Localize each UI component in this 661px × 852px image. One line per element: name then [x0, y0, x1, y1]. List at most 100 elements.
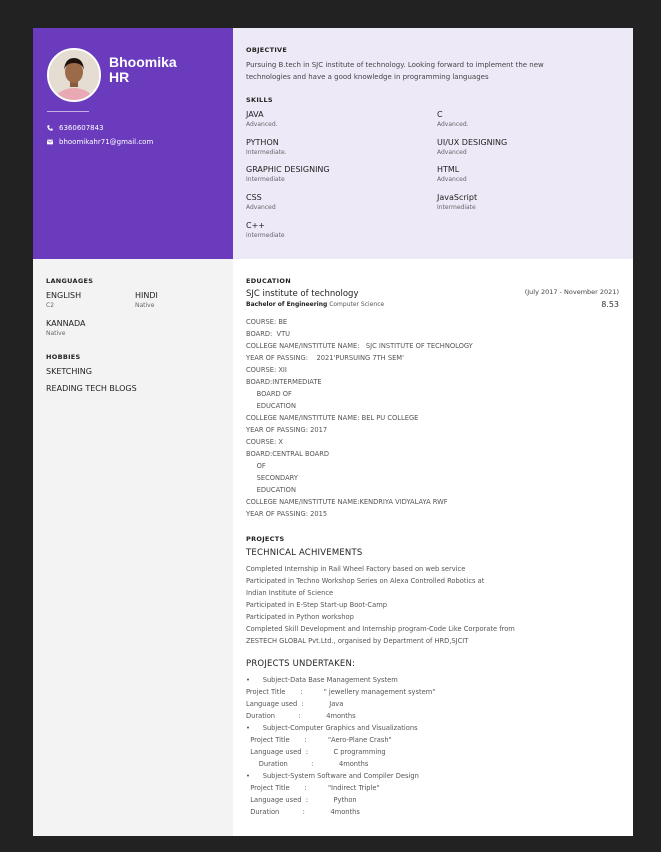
hobby-item: READING TECH BLOGS — [46, 384, 137, 393]
education-detail: EDUCATION — [246, 486, 296, 494]
email-icon — [47, 139, 53, 145]
skill-level: Intermediate. — [246, 149, 287, 156]
objective-title: OBJECTIVE — [246, 46, 288, 54]
skill-name: UI/UX DESIGNING — [437, 138, 508, 147]
language-level: Native — [46, 330, 66, 337]
education-detail: COLLEGE NAME/INSTITUTE NAME: BEL PU COLL… — [246, 414, 419, 422]
education-detail: BOARD OF — [246, 390, 292, 398]
education-title: EDUCATION — [246, 277, 291, 285]
skill-name: CSS — [246, 193, 262, 202]
hobby-item: SKETCHING — [46, 367, 92, 376]
skill-name: HTML — [437, 165, 460, 174]
phone-contact[interactable]: 6360607843 — [47, 124, 104, 132]
achievement-line: Completed Skill Development and Internsh… — [246, 625, 515, 633]
skill-item: C++ intermediate — [246, 221, 426, 240]
education-detail: COLLEGE NAME/INSTITUTE NAME:KENDRIYA VID… — [246, 498, 448, 506]
education-score: 8.53 — [601, 300, 619, 309]
project-line: Project Title : "Indirect Triple" — [246, 784, 380, 792]
skill-item: GRAPHIC DESIGNING Intermediate — [246, 165, 426, 184]
project-line: Project Title : " jewellery management s… — [246, 688, 436, 696]
profile-header: Bhoomika HR 6360607843 bhoomikahr71@gmai… — [33, 28, 233, 259]
phone-icon — [47, 125, 53, 131]
achievements-title: TECHNICAL ACHIVEMENTS — [246, 548, 363, 558]
skill-level: Intermediate — [246, 176, 285, 183]
skill-level: intermediate — [246, 232, 285, 239]
degree-name: Bachelor of Engineering — [246, 301, 328, 308]
achievement-line: Completed Internship in Rail Wheel Facto… — [246, 565, 466, 573]
project-line: Language used : Python — [246, 796, 357, 804]
education-detail: COURSE: X — [246, 438, 283, 446]
education-detail: YEAR OF PASSING: 2015 — [246, 510, 328, 518]
achievement-line: Participated in Python workshop — [246, 613, 354, 621]
profile-photo — [47, 48, 101, 102]
language-name: KANNADA — [46, 319, 86, 328]
education-detail: YEAR OF PASSING: 2017 — [246, 426, 328, 434]
objective-text-2: technologies and have a good knowledge i… — [246, 73, 489, 81]
language-item: ENGLISH C2 — [46, 291, 81, 310]
sidebar: LANGUAGES ENGLISH C2 HINDI Native KANNAD… — [33, 259, 233, 836]
email-address: bhoomikahr71@gmail.com — [59, 138, 154, 146]
profile-name: Bhoomika HR — [109, 55, 177, 85]
skill-level: Intermediate — [437, 204, 476, 211]
skill-level: Advanced. — [246, 121, 278, 128]
project-line: Language used : Java — [246, 700, 344, 708]
languages-title: LANGUAGES — [46, 277, 94, 285]
degree: Bachelor of Engineering Computer Science — [246, 301, 384, 308]
skill-item: UI/UX DESIGNING Advanced — [437, 138, 617, 157]
education-detail: COURSE: BE — [246, 318, 288, 326]
skill-item: JAVA Advanced. — [246, 110, 426, 129]
project-line: • Subject-System Software and Compiler D… — [246, 772, 419, 780]
skill-name: JAVA — [246, 110, 264, 119]
achievement-line: ZESTECH GLOBAL Pvt.Ltd., organised by De… — [246, 637, 469, 645]
skill-name: PYTHON — [246, 138, 279, 147]
first-name: Bhoomika — [109, 54, 177, 70]
skill-item: PYTHON Intermediate. — [246, 138, 426, 157]
language-level: Native — [135, 302, 155, 309]
education-detail: BOARD:CENTRAL BOARD — [246, 450, 330, 458]
project-line: Language used : C programming — [246, 748, 386, 756]
skill-name: C++ — [246, 221, 265, 230]
skill-level: Advanced — [437, 176, 467, 183]
skill-name: JavaScript — [437, 193, 478, 202]
email-contact[interactable]: bhoomikahr71@gmail.com — [47, 138, 153, 146]
language-item: KANNADA Native — [46, 319, 86, 338]
language-level: C2 — [46, 302, 55, 309]
undertaken-title: PROJECTS UNDERTAKEN: — [246, 659, 356, 669]
header-divider — [47, 111, 89, 112]
skill-level: Advanced. — [437, 121, 469, 128]
language-name: ENGLISH — [46, 291, 82, 300]
project-line: Duration : 4months — [246, 808, 360, 816]
project-line: Project Title : "Aero-Plane Crash" — [246, 736, 392, 744]
project-line: Duration : 4months — [246, 760, 369, 768]
project-line: • Subject-Computer Graphics and Visualiz… — [246, 724, 418, 732]
skill-name: C — [437, 110, 443, 119]
resume-page: Bhoomika HR 6360607843 bhoomikahr71@gmai… — [33, 28, 633, 836]
project-line: Duration : 4months — [246, 712, 356, 720]
achievement-line: Participated in E-Step Start-up Boot-Cam… — [246, 601, 387, 609]
degree-field: Computer Science — [327, 301, 385, 308]
school-name: SJC institute of technology — [246, 289, 359, 299]
skill-item: JavaScript Intermediate — [437, 193, 617, 212]
objective-text-1: Pursuing B.tech in SJC institute of tech… — [246, 61, 544, 69]
projects-title: PROJECTS — [246, 535, 285, 543]
education-detail: BOARD:INTERMEDIATE — [246, 378, 322, 386]
skill-name: GRAPHIC DESIGNING — [246, 165, 330, 174]
hobbies-title: HOBBIES — [46, 353, 81, 361]
education-detail: YEAR OF PASSING: 2021'PURSUING 7TH SEM' — [246, 354, 404, 362]
education-detail: COLLEGE NAME/INSTITUTE NAME: SJC INSTITU… — [246, 342, 473, 350]
phone-number: 6360607843 — [59, 124, 104, 132]
education-detail: OF — [246, 462, 266, 470]
achievement-line: Participated in Techno Workshop Series o… — [246, 577, 485, 585]
skill-item: HTML Advanced — [437, 165, 617, 184]
education-detail: SECONDARY — [246, 474, 298, 482]
skills-title: SKILLS — [246, 96, 273, 104]
skill-level: Advanced — [246, 204, 276, 211]
objective-skills-panel: OBJECTIVE Pursuing B.tech in SJC institu… — [233, 28, 633, 259]
education-detail: BOARD: VTU — [246, 330, 291, 338]
skill-level: Advanced — [437, 149, 467, 156]
education-detail: EDUCATION — [246, 402, 296, 410]
last-name: HR — [109, 69, 130, 85]
project-line: • Subject-Data Base Management System — [246, 676, 398, 684]
skill-item: C Advanced. — [437, 110, 617, 129]
skill-item: CSS Advanced — [246, 193, 426, 212]
